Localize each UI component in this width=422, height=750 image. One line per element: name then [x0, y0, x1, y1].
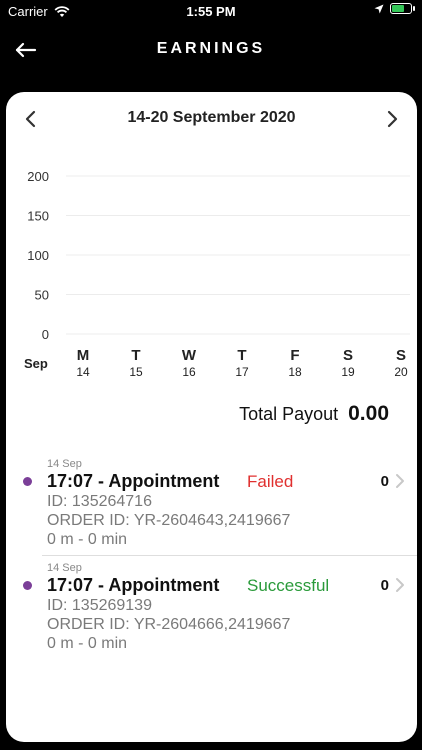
transaction-divider: [42, 555, 417, 556]
x-day-label: M: [77, 347, 90, 364]
transaction-status: Failed: [247, 472, 294, 491]
earnings-bar-chart: 050100150200Sep M14T15W16T17F18S19S20: [24, 169, 410, 379]
x-day-label: T: [237, 347, 246, 364]
transaction-amount: 0: [380, 577, 389, 594]
x-day-label: W: [182, 347, 197, 364]
total-payout-label: Total Payout: [239, 404, 339, 424]
transaction-status: Successful: [247, 576, 330, 595]
y-tick-label: 50: [35, 288, 49, 303]
x-date-label: 19: [341, 365, 355, 379]
transaction-dot-icon: [23, 477, 32, 486]
y-tick-label: 100: [27, 248, 49, 263]
transaction-duration: 0 m - 0 min: [47, 635, 128, 652]
transaction-order-id: ORDER ID: YR-2604643,2419667: [47, 512, 291, 529]
status-time: 1:55 PM: [186, 4, 236, 19]
x-date-label: 20: [394, 365, 408, 379]
chevron-right-icon[interactable]: [393, 470, 407, 492]
x-date-label: 15: [129, 365, 143, 379]
x-month-label: Sep: [24, 356, 48, 371]
transaction-item[interactable]: 14 Sep 17:07 - Appointment Successful ID…: [6, 560, 417, 658]
transaction-date: 14 Sep: [47, 562, 82, 574]
x-day-label: T: [131, 347, 140, 364]
x-day-label: S: [343, 347, 353, 364]
transaction-duration: 0 m - 0 min: [47, 531, 128, 548]
total-payout: Total Payout 0.00: [239, 402, 389, 426]
x-day-label: F: [290, 347, 299, 364]
x-date-label: 16: [182, 365, 196, 379]
transaction-title: 17:07 - Appointment: [47, 471, 220, 491]
total-payout-value: 0.00: [348, 402, 389, 425]
y-tick-label: 200: [27, 169, 49, 184]
earnings-card: 14-20 September 2020 0 50 100 150 200 Sep M 14 T…: [6, 92, 417, 742]
app-header: EARNINGS: [0, 24, 422, 92]
week-range-label: 14-20 September 2020: [127, 109, 296, 126]
transaction-title: 17:07 - Appointment: [47, 575, 220, 595]
status-right: [374, 3, 415, 14]
transaction-item[interactable]: 14 Sep 17:07 - Appointment Failed ID: 13…: [6, 456, 417, 554]
chevron-right-icon[interactable]: [393, 574, 407, 596]
x-date-label: 14: [76, 365, 90, 379]
y-tick-label: 150: [27, 209, 49, 224]
battery-icon: [390, 3, 415, 14]
page-title: EARNINGS: [156, 40, 266, 57]
week-navigator: 14-20 September 2020: [6, 106, 417, 132]
status-bar: Carrier 1:55 PM: [0, 0, 422, 24]
transaction-id: ID: 135264716: [47, 493, 152, 510]
transaction-amount: 0: [380, 473, 389, 490]
transaction-order-id: ORDER ID: YR-2604666,2419667: [47, 616, 291, 633]
location-icon: [374, 4, 384, 13]
transaction-dot-icon: [23, 581, 32, 590]
transaction-id: ID: 135269139: [47, 597, 152, 614]
transaction-date: 14 Sep: [47, 458, 82, 470]
x-day-label: S: [396, 347, 406, 364]
next-week-icon[interactable]: [381, 108, 403, 130]
x-date-label: 17: [235, 365, 249, 379]
x-date-label: 18: [288, 365, 302, 379]
y-tick-label: 0: [42, 327, 49, 342]
